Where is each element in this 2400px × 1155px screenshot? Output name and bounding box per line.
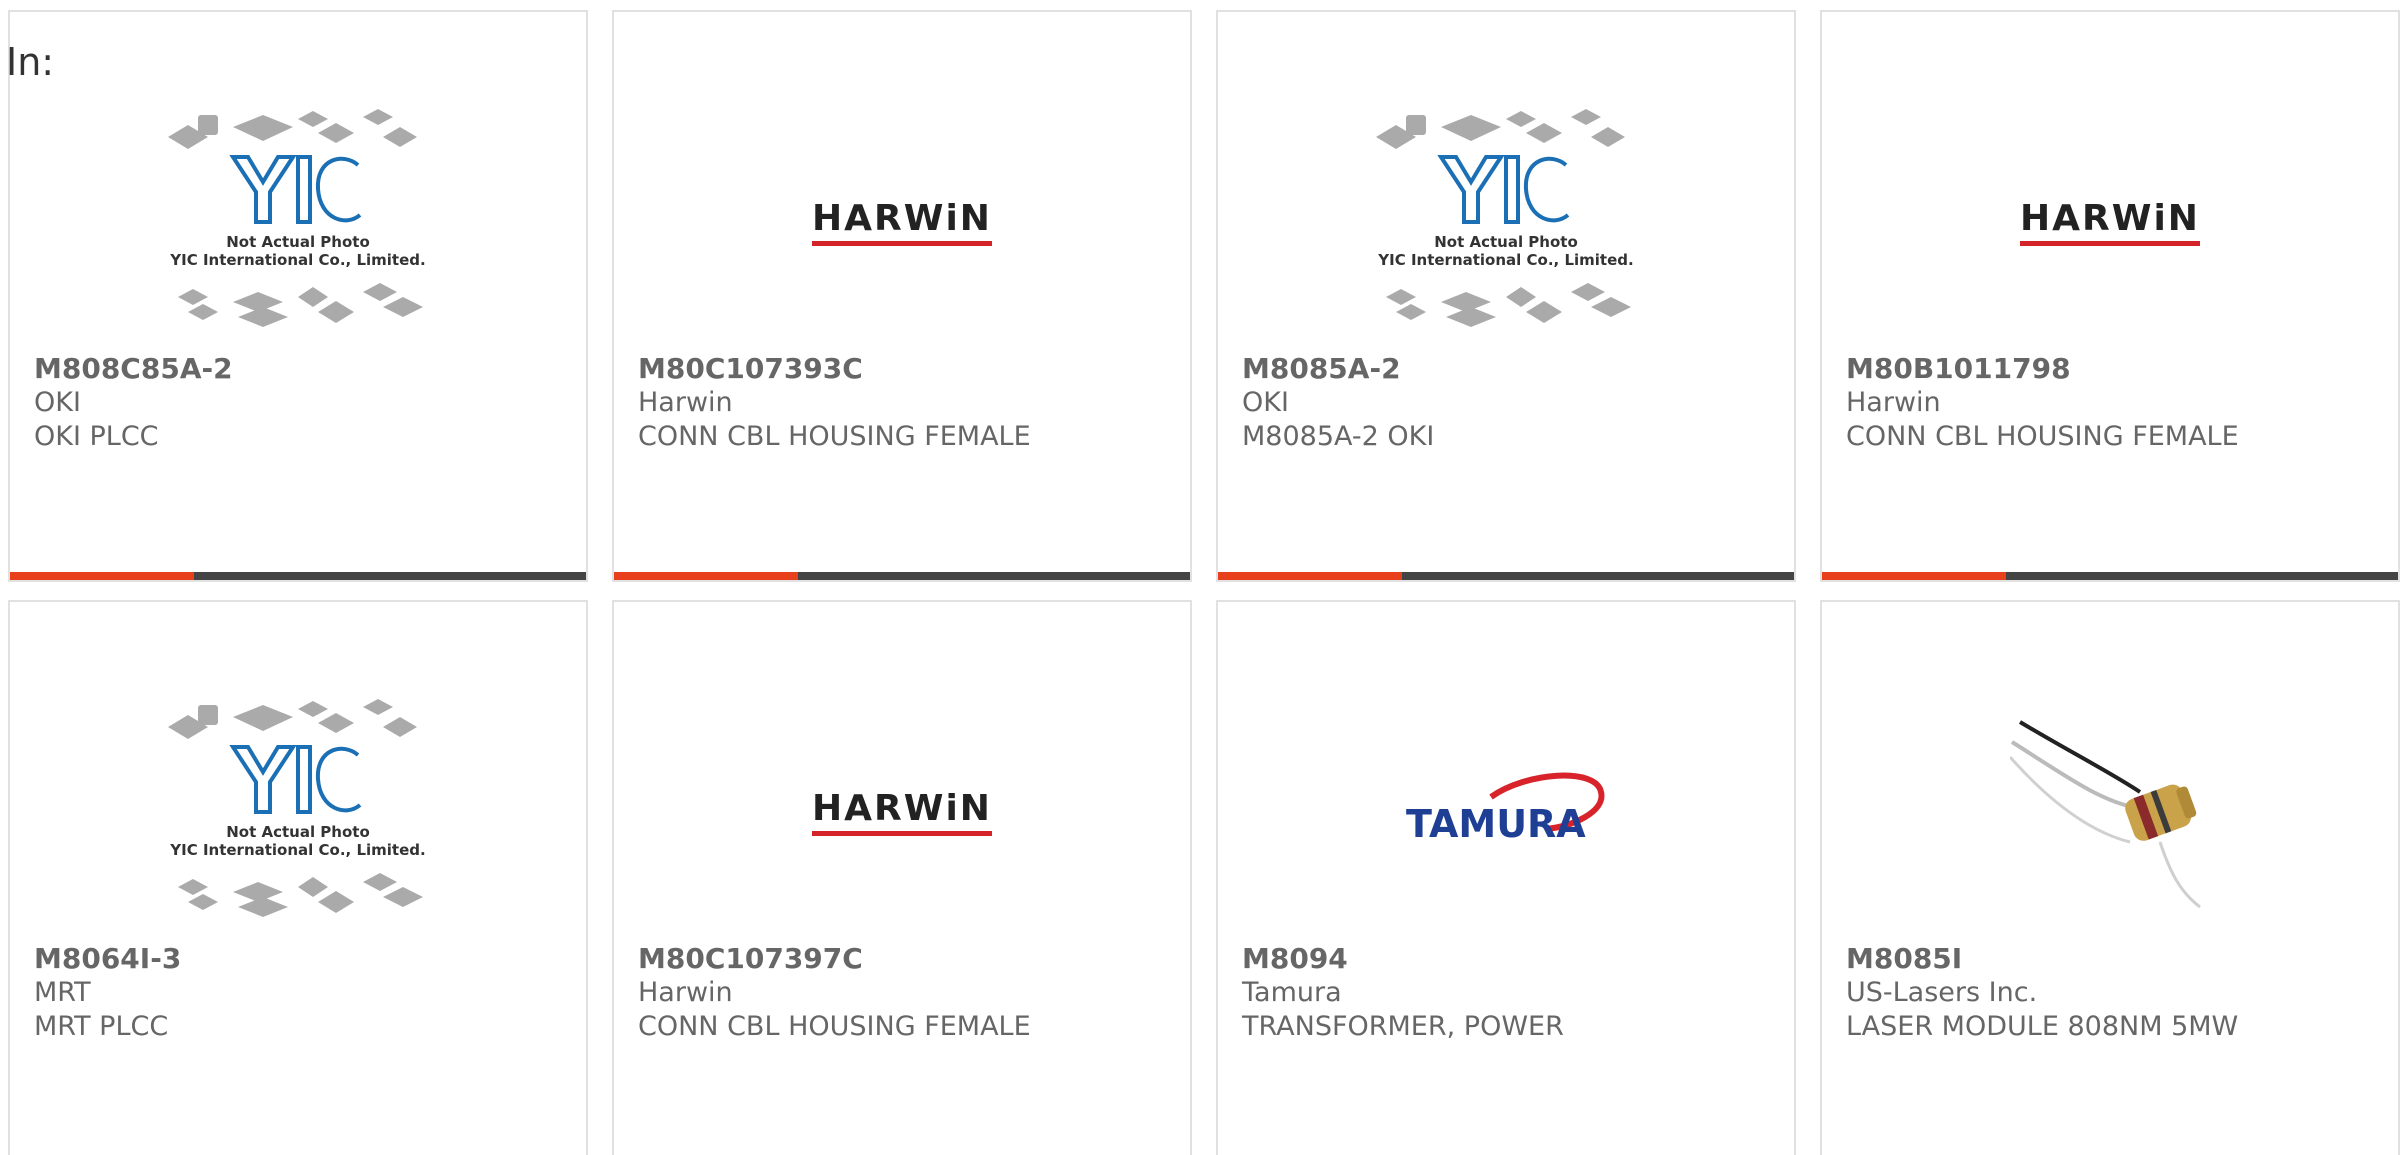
- product-image[interactable]: [1822, 672, 2398, 952]
- part-number[interactable]: M8085A-2: [1242, 352, 1784, 386]
- part-number[interactable]: M80C107393C: [638, 352, 1180, 386]
- product-image[interactable]: Not Actual Photo YIC International Co., …: [10, 672, 586, 952]
- description: MRT PLCC: [34, 1011, 169, 1042]
- placeholder-line1: Not Actual Photo: [226, 823, 370, 841]
- progress-fill: [1218, 572, 1403, 580]
- part-number[interactable]: M80B1011798: [1846, 352, 2388, 386]
- product-card[interactable]: Not Actual Photo YIC International Co., …: [8, 10, 588, 582]
- description: TRANSFORMER, POWER: [1242, 1011, 1564, 1042]
- product-card[interactable]: HARWiN M80C107397C Harwin CONN CBL HOUSI…: [612, 600, 1192, 1155]
- placeholder-line2: YIC International Co., Limited.: [1377, 251, 1633, 269]
- yic-placeholder-icon: Not Actual Photo YIC International Co., …: [168, 109, 426, 327]
- manufacturer: Harwin: [638, 977, 733, 1008]
- manufacturer: Tamura: [1242, 977, 1342, 1008]
- progress-bar: [1218, 572, 1794, 580]
- product-card[interactable]: M8085I US-Lasers Inc. LASER MODULE 808NM…: [1820, 600, 2400, 1155]
- description: LASER MODULE 808NM 5MW: [1846, 1011, 2239, 1042]
- placeholder-line1: Not Actual Photo: [1434, 233, 1578, 251]
- product-card[interactable]: HARWiN M80C107393C Harwin CONN CBL HOUSI…: [612, 10, 1192, 582]
- product-image[interactable]: Not Actual Photo YIC International Co., …: [10, 82, 586, 362]
- harwin-logo-icon: HARWiN: [812, 198, 992, 246]
- part-number[interactable]: M808C85A-2: [34, 352, 576, 386]
- progress-fill: [614, 572, 799, 580]
- manufacturer: OKI: [34, 387, 81, 418]
- part-number[interactable]: M8094: [1242, 942, 1784, 976]
- tamura-logo-icon: TAMURA: [1406, 772, 1605, 846]
- description: M8085A-2 OKI: [1242, 421, 1435, 452]
- tamura-logo-text: TAMURA: [1406, 802, 1586, 846]
- progress-bar: [10, 572, 586, 580]
- product-image[interactable]: TAMURA: [1218, 672, 1794, 952]
- description: CONN CBL HOUSING FEMALE: [1846, 421, 2239, 452]
- description: OKI PLCC: [34, 421, 159, 452]
- progress-fill: [1822, 572, 2007, 580]
- progress-bar: [614, 572, 1190, 580]
- harwin-underline: [812, 831, 992, 836]
- placeholder-line1: Not Actual Photo: [226, 233, 370, 251]
- product-image[interactable]: HARWiN: [614, 82, 1190, 362]
- placeholder-line2: YIC International Co., Limited.: [169, 251, 425, 269]
- harwin-underline: [812, 241, 992, 246]
- description: CONN CBL HOUSING FEMALE: [638, 421, 1031, 452]
- product-card[interactable]: Not Actual Photo YIC International Co., …: [8, 600, 588, 1155]
- harwin-logo-icon: HARWiN: [2020, 198, 2200, 246]
- harwin-logo-text: HARWiN: [812, 198, 992, 239]
- description: CONN CBL HOUSING FEMALE: [638, 1011, 1031, 1042]
- progress-bar: [1822, 572, 2398, 580]
- laser-module-icon: [2010, 720, 2201, 909]
- filter-label: In:: [6, 40, 55, 84]
- product-image[interactable]: HARWiN: [1822, 82, 2398, 362]
- yic-placeholder-icon: Not Actual Photo YIC International Co., …: [1376, 109, 1634, 327]
- yic-placeholder-icon: Not Actual Photo YIC International Co., …: [168, 699, 426, 917]
- product-card[interactable]: HARWiN M80B1011798 Harwin CONN CBL HOUSI…: [1820, 10, 2400, 582]
- progress-fill: [10, 572, 195, 580]
- product-image[interactable]: HARWiN: [614, 672, 1190, 952]
- part-number[interactable]: M8064I-3: [34, 942, 576, 976]
- product-card[interactable]: Not Actual Photo YIC International Co., …: [1216, 10, 1796, 582]
- harwin-logo-text: HARWiN: [2020, 198, 2200, 239]
- manufacturer: Harwin: [1846, 387, 1941, 418]
- part-number[interactable]: M8085I: [1846, 942, 2388, 976]
- manufacturer: Harwin: [638, 387, 733, 418]
- harwin-logo-text: HARWiN: [812, 788, 992, 829]
- harwin-logo-icon: HARWiN: [812, 788, 992, 836]
- product-card[interactable]: TAMURA M8094 Tamura TRANSFORMER, POWER: [1216, 600, 1796, 1155]
- manufacturer: MRT: [34, 977, 91, 1008]
- manufacturer: US-Lasers Inc.: [1846, 977, 2038, 1008]
- manufacturer: OKI: [1242, 387, 1289, 418]
- harwin-underline: [2020, 241, 2200, 246]
- part-number[interactable]: M80C107397C: [638, 942, 1180, 976]
- product-image[interactable]: Not Actual Photo YIC International Co., …: [1218, 82, 1794, 362]
- placeholder-line2: YIC International Co., Limited.: [169, 841, 425, 859]
